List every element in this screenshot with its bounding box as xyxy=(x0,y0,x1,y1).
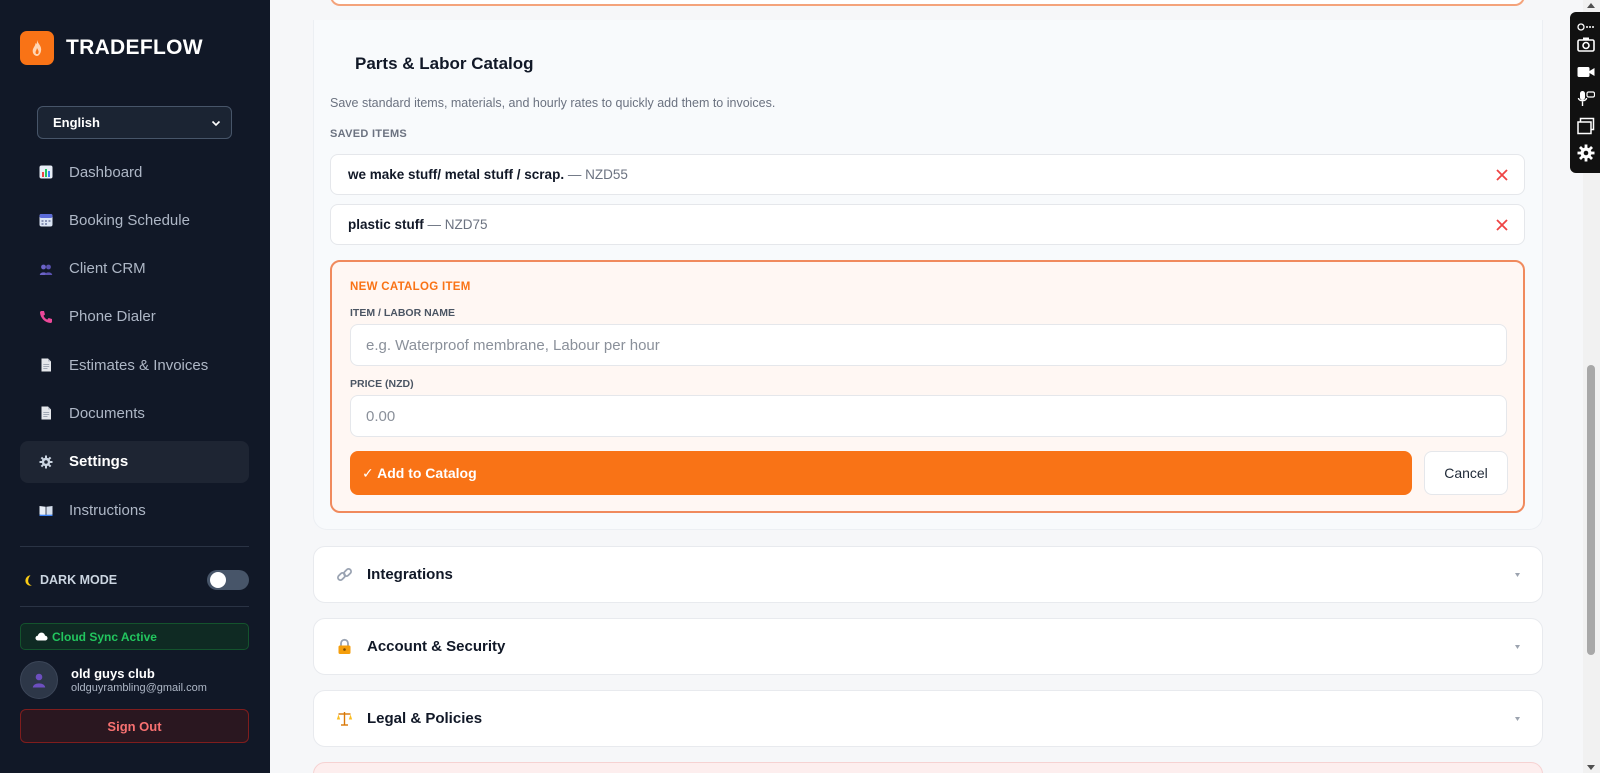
sidebar-divider xyxy=(20,606,249,607)
sidebar-item-label: Client CRM xyxy=(69,260,146,278)
chevron-down-icon xyxy=(1515,645,1520,649)
extension-toolbar xyxy=(1570,12,1600,173)
new-item-title: NEW CATALOG ITEM xyxy=(350,281,471,293)
user-profile[interactable]: old guys club oldguyrambling@gmail.com xyxy=(20,661,207,699)
sidebar-item-dashboard[interactable]: Dashboard xyxy=(20,151,249,193)
moon-icon xyxy=(25,574,32,586)
user-email: oldguyrambling@gmail.com xyxy=(71,682,207,694)
section-title: Legal & Policies xyxy=(367,710,483,727)
cancel-button[interactable]: Cancel xyxy=(1424,451,1508,495)
gear-icon xyxy=(39,455,53,469)
book-icon xyxy=(39,506,53,517)
scroll-down-arrow-icon[interactable] xyxy=(1587,765,1595,770)
scroll-up-arrow-icon[interactable] xyxy=(1587,3,1595,8)
gear-icon[interactable] xyxy=(1576,143,1596,163)
sidebar-item-label: Settings xyxy=(69,453,129,471)
toggle-knob xyxy=(210,572,226,588)
calendar-icon xyxy=(39,214,53,227)
sidebar-item-label: Phone Dialer xyxy=(69,308,156,326)
sidebar-item-booking-schedule[interactable]: Booking Schedule xyxy=(20,199,249,241)
previous-card-edge xyxy=(330,0,1525,6)
document-icon xyxy=(41,406,51,420)
sidebar-item-settings[interactable]: Settings xyxy=(20,440,249,483)
list-item: plastic stuff — NZD75 xyxy=(330,204,1525,245)
catalog-description: Save standard items, materials, and hour… xyxy=(330,96,776,110)
dark-mode-row: DARK MODE xyxy=(22,570,249,590)
cloud-icon xyxy=(35,632,48,641)
cloud-sync-text: Cloud Sync Active xyxy=(52,629,157,644)
phone-icon xyxy=(40,310,52,323)
item-price: — NZD55 xyxy=(564,167,628,182)
sidebar-item-label: Documents xyxy=(69,404,145,422)
sidebar-item-label: Booking Schedule xyxy=(69,211,190,229)
sidebar-item-client-crm[interactable]: Client CRM xyxy=(20,248,249,290)
people-icon xyxy=(39,264,53,275)
sidebar-item-documents[interactable]: Documents xyxy=(20,392,249,434)
item-name: plastic stuff xyxy=(348,217,424,232)
link-icon xyxy=(337,568,352,581)
scroll-thumb[interactable] xyxy=(1587,365,1595,655)
sidebar-item-label: Dashboard xyxy=(69,163,143,181)
chevron-down-icon xyxy=(1515,717,1520,721)
list-item: we make stuff/ metal stuff / scrap. — NZ… xyxy=(330,154,1525,195)
brand-name: TRADEFLOW xyxy=(66,36,203,59)
scales-icon xyxy=(336,712,353,726)
dark-mode-text: DARK MODE xyxy=(40,573,118,587)
dark-mode-toggle[interactable] xyxy=(207,570,249,590)
sign-out-label: Sign Out xyxy=(107,718,162,734)
saved-items-label: SAVED ITEMS xyxy=(330,128,408,140)
item-name: we make stuff/ metal stuff / scrap. xyxy=(348,167,565,182)
cloud-sync-badge: Cloud Sync Active xyxy=(20,623,249,650)
sidebar-item-phone-dialer[interactable]: Phone Dialer xyxy=(20,296,249,338)
price-input[interactable] xyxy=(350,395,1507,437)
user-icon xyxy=(32,673,46,688)
account-security-section[interactable]: Account & Security xyxy=(313,618,1543,675)
user-meta: old guys club oldguyrambling@gmail.com xyxy=(71,666,207,694)
section-title: Account & Security xyxy=(367,638,506,655)
new-catalog-item-form: NEW CATALOG ITEM ITEM / LABOR NAME PRICE… xyxy=(330,260,1525,513)
sidebar-nav: Dashboard Booking Schedule Client CRM Ph… xyxy=(20,151,249,537)
brand[interactable]: TRADEFLOW xyxy=(20,31,203,65)
screenshot-icon[interactable] xyxy=(1576,34,1596,54)
catalog-title: Parts & Labor Catalog xyxy=(355,54,534,73)
legal-policies-section[interactable]: Legal & Policies xyxy=(313,690,1543,747)
video-icon[interactable] xyxy=(1576,62,1596,82)
section-title: Integrations xyxy=(367,566,453,583)
user-name: old guys club xyxy=(71,666,155,681)
language-select[interactable]: English xyxy=(37,106,232,139)
chevron-down-icon xyxy=(211,120,221,126)
document-icon xyxy=(41,358,51,372)
item-text: we make stuff/ metal stuff / scrap. — NZ… xyxy=(348,167,628,182)
sidebar-item-label: Estimates & Invoices xyxy=(69,356,209,374)
microphone-icon[interactable] xyxy=(1576,89,1596,109)
item-name-input[interactable] xyxy=(350,324,1507,366)
avatar xyxy=(20,661,58,699)
add-to-catalog-button[interactable]: ✓ Add to Catalog xyxy=(350,451,1412,495)
window-icon[interactable] xyxy=(1576,116,1596,136)
lock-icon xyxy=(338,638,351,654)
sidebar-item-instructions[interactable]: Instructions xyxy=(20,489,249,531)
flame-icon xyxy=(20,31,54,65)
dark-mode-label: DARK MODE xyxy=(22,573,117,587)
item-price: — NZD75 xyxy=(423,217,488,232)
sidebar-item-label: Instructions xyxy=(69,501,146,519)
language-value: English xyxy=(53,115,100,130)
bar-chart-icon xyxy=(39,165,53,179)
chevron-down-icon xyxy=(1515,573,1520,577)
sign-out-button[interactable]: Sign Out xyxy=(20,709,249,743)
sidebar-divider xyxy=(20,546,249,547)
sidebar: TRADEFLOW English Dashboard Booking Sche… xyxy=(0,0,270,773)
price-label: PRICE (NZD) xyxy=(350,378,414,390)
integrations-section[interactable]: Integrations xyxy=(313,546,1543,603)
extension-menu-icon[interactable] xyxy=(1576,20,1596,34)
item-text: plastic stuff — NZD75 xyxy=(348,217,488,232)
item-name-label: ITEM / LABOR NAME xyxy=(350,307,455,319)
close-icon[interactable] xyxy=(1495,168,1509,182)
next-section-peek xyxy=(313,762,1543,773)
sidebar-item-estimates-invoices[interactable]: Estimates & Invoices xyxy=(20,344,249,386)
close-icon[interactable] xyxy=(1495,218,1509,232)
